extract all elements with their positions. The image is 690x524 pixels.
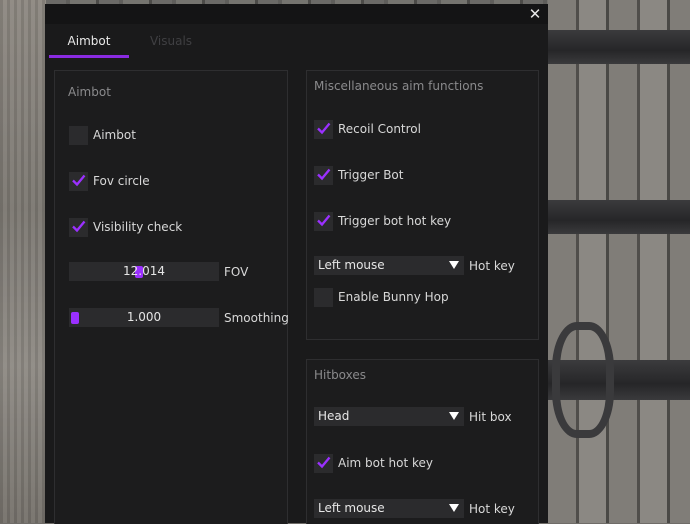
checkmark-icon xyxy=(317,214,331,226)
hitbox-dropdown[interactable]: Head xyxy=(314,407,464,426)
smoothing-slider-value: 1.000 xyxy=(126,310,162,324)
checkbox-label: Enable Bunny Hop xyxy=(338,290,449,304)
checkbox-label: Trigger Bot xyxy=(338,168,404,182)
trigger-bot-hotkey-checkbox-row[interactable]: Trigger bot hot key xyxy=(314,211,451,231)
trigger-bot-checkbox-row[interactable]: Trigger Bot xyxy=(314,165,403,185)
bunny-hop-checkbox[interactable] xyxy=(314,287,333,307)
aim-bot-hotkey-checkbox[interactable] xyxy=(314,453,333,473)
background-ring xyxy=(552,322,614,438)
background-hinge xyxy=(548,200,690,234)
dropdown-value: Head xyxy=(318,409,350,423)
aimbot-checkbox-row[interactable]: Aimbot xyxy=(69,125,136,145)
tab-visuals[interactable]: Visuals xyxy=(133,26,209,56)
close-icon[interactable]: ✕ xyxy=(526,5,544,23)
checkmark-icon xyxy=(317,168,331,180)
tab-aimbot[interactable]: Aimbot xyxy=(49,26,129,58)
background-door xyxy=(548,0,690,523)
smoothing-slider[interactable]: 1.000 xyxy=(69,308,219,327)
dropdown-value: Left mouse xyxy=(318,258,385,272)
background-stone xyxy=(0,0,46,523)
checkmark-icon xyxy=(72,174,86,186)
hitboxes-panel: Hitboxes Head Hit box Aim bot hot key Le… xyxy=(306,359,539,524)
dropdown-arrow-icon xyxy=(449,412,459,420)
checkmark-icon xyxy=(317,122,331,134)
aimbot-checkbox[interactable] xyxy=(69,125,88,145)
panel-title: Aimbot xyxy=(68,85,111,99)
bunny-hop-checkbox-row[interactable]: Enable Bunny Hop xyxy=(314,287,449,307)
dropdown-arrow-icon xyxy=(449,261,459,269)
visibility-check-checkbox-row[interactable]: Visibility check xyxy=(69,217,182,237)
checkmark-icon xyxy=(317,456,331,468)
fov-slider-value: 12.014 xyxy=(123,264,165,278)
checkbox-label: Trigger bot hot key xyxy=(338,214,452,228)
checkbox-label: Visibility check xyxy=(93,220,183,234)
trigger-bot-hotkey-checkbox[interactable] xyxy=(314,211,333,231)
fov-circle-checkbox-row[interactable]: Fov circle xyxy=(69,171,150,191)
panel-title: Hitboxes xyxy=(314,368,367,382)
recoil-control-checkbox[interactable] xyxy=(314,119,333,139)
trigger-bot-checkbox[interactable] xyxy=(314,165,333,185)
fov-slider[interactable]: 12.014 xyxy=(69,262,219,281)
visibility-check-checkbox[interactable] xyxy=(69,217,88,237)
checkbox-label: Aim bot hot key xyxy=(338,456,433,470)
dropdown-value: Left mouse xyxy=(318,501,385,515)
checkbox-label: Aimbot xyxy=(93,128,136,142)
misc-aim-panel: Miscellaneous aim functions Recoil Contr… xyxy=(306,70,539,340)
fov-slider-label: FOV xyxy=(224,265,249,279)
panel-title: Miscellaneous aim functions xyxy=(314,79,484,93)
title-bar[interactable]: ✕ xyxy=(45,4,548,24)
dropdown-label: Hot key xyxy=(469,259,515,273)
smoothing-slider-label: Smoothing xyxy=(224,311,289,325)
fov-circle-checkbox[interactable] xyxy=(69,171,88,191)
dropdown-label: Hot key xyxy=(469,502,515,516)
dropdown-label: Hit box xyxy=(469,410,512,424)
dropdown-arrow-icon xyxy=(449,504,459,512)
aim-hotkey-dropdown[interactable]: Left mouse xyxy=(314,499,464,518)
cheat-menu-window: ✕ Aimbot Visuals Aimbot Aimbot Fov circl… xyxy=(45,4,548,524)
recoil-control-checkbox-row[interactable]: Recoil Control xyxy=(314,119,421,139)
aim-bot-hotkey-checkbox-row[interactable]: Aim bot hot key xyxy=(314,453,433,473)
checkmark-icon xyxy=(72,220,86,232)
checkbox-label: Fov circle xyxy=(93,174,150,188)
checkbox-label: Recoil Control xyxy=(338,122,421,136)
aimbot-panel: Aimbot Aimbot Fov circle Visibility chec… xyxy=(54,70,289,524)
background-hinge xyxy=(548,30,690,64)
trigger-hotkey-dropdown[interactable]: Left mouse xyxy=(314,256,464,275)
tab-bar: Aimbot Visuals xyxy=(45,26,548,58)
